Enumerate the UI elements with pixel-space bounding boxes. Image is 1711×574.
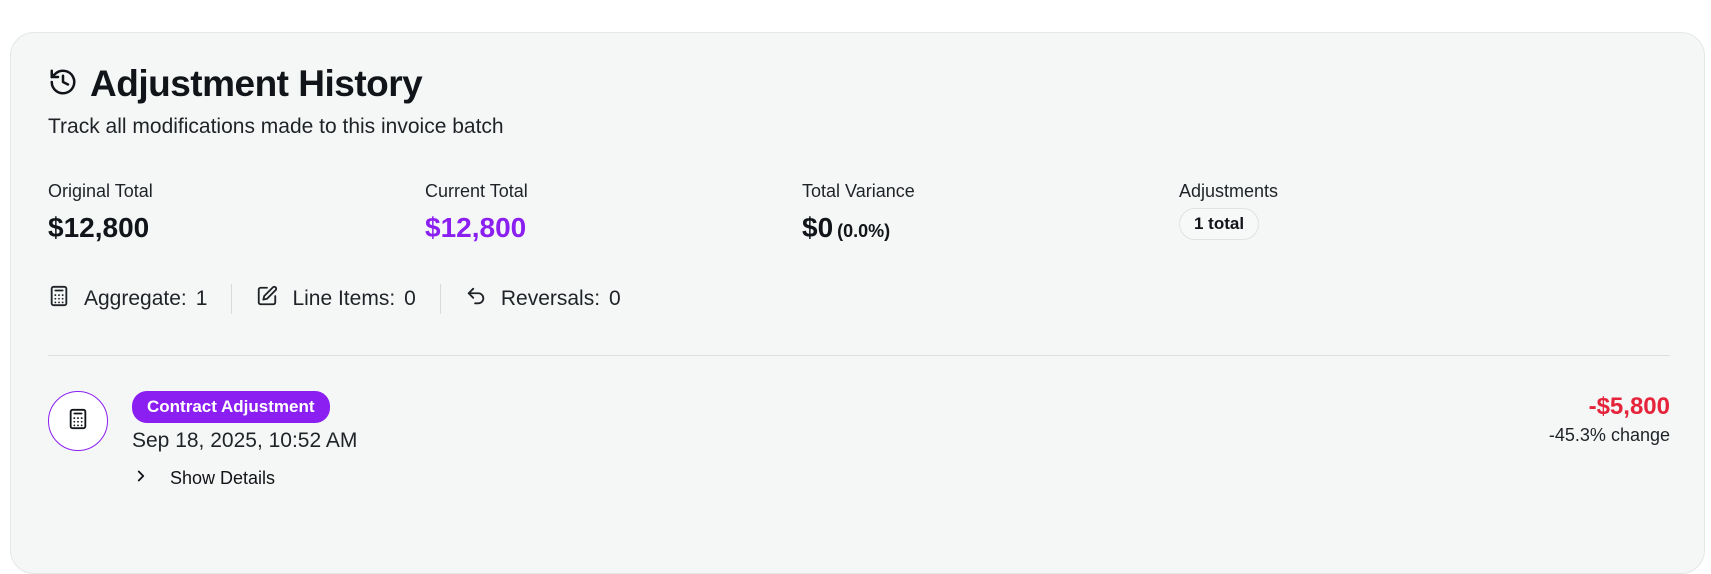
header: Adjustment History Track all modificatio… [48,63,504,139]
stat-value: $12,800 [425,212,527,243]
count-value: 1 [195,287,208,310]
edit-icon [256,285,292,313]
stat-current-total: Current Total $12,800 [425,181,528,244]
stat-label: Original Total [48,181,153,201]
page-title: Adjustment History [90,63,423,104]
chevron-right-icon [132,467,170,490]
count-label: Reversals: [500,287,601,310]
count-label: Aggregate: [84,287,187,310]
variance-amount: $0 [802,212,834,243]
section-divider [48,355,1670,356]
stat-total-variance: Total Variance $0 (0.0%) [802,181,915,244]
entry-icon-circle [48,391,108,451]
undo-icon [465,285,501,313]
stat-label: Total Variance [802,181,915,201]
entry-amount: -$5,800 -45.3% change [1549,393,1670,446]
show-details-label: Show Details [170,468,276,488]
divider [231,284,233,314]
divider [439,284,441,314]
title-row: Adjustment History [48,63,504,105]
amount-value: -$5,800 [1588,393,1670,420]
stat-label: Adjustments [1179,181,1279,201]
calculator-icon [67,408,89,435]
count-label: Line Items: [292,287,396,310]
variance-percent: (0.0%) [837,221,891,241]
count-reversals: Reversals: 0 [465,285,621,313]
stat-value: $12,800 [48,212,150,243]
count-aggregate: Aggregate: 1 [48,285,207,313]
adjustment-type-badge: Contract Adjustment [132,391,330,423]
amount-change: -45.3% change [1548,425,1670,445]
entry-timestamp: Sep 18, 2025, 10:52 AM [132,429,358,452]
calculator-icon [48,285,84,313]
stat-adjustments: Adjustments 1 total [1179,181,1278,240]
count-value: 0 [404,287,416,310]
page-subtitle: Track all modifications made to this inv… [48,115,504,138]
stat-value-row: $0 (0.0%) [802,212,915,244]
adjustments-count-badge: 1 total [1179,208,1260,240]
adjustment-history-card: Adjustment History Track all modificatio… [10,32,1705,574]
counts-row: Aggregate: 1 Line Items: 0 Reversals: 0 [48,283,621,315]
stat-original-total: Original Total $12,800 [48,181,153,244]
history-icon [48,67,78,102]
stat-label: Current Total [425,181,528,201]
count-value: 0 [609,287,621,310]
show-details-toggle[interactable]: Show Details [132,467,275,490]
count-line-items: Line Items: 0 [256,285,416,313]
